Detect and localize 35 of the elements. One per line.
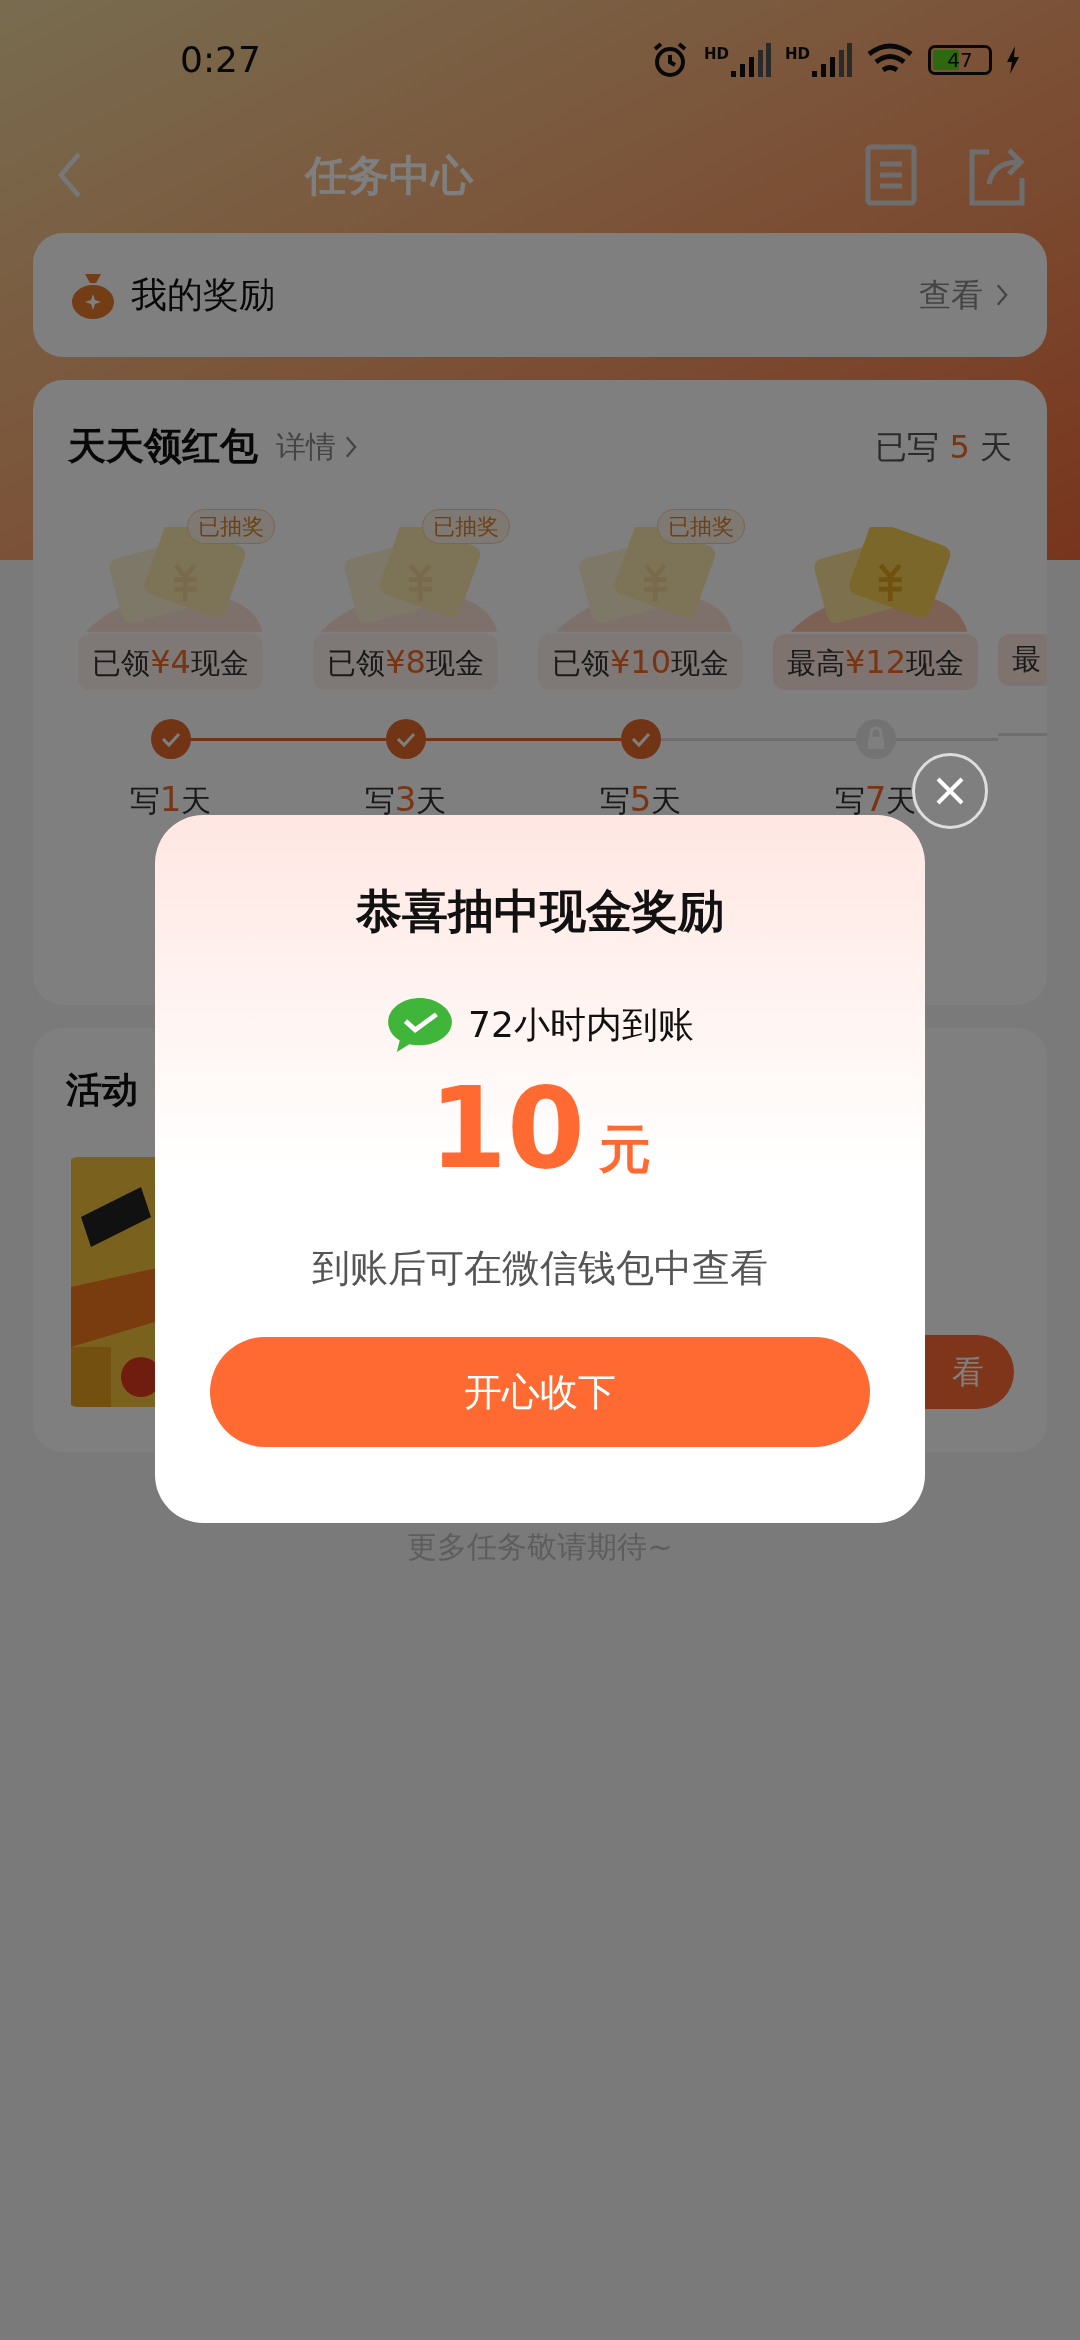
- signal-icon: [731, 43, 771, 77]
- rewards-title: 我的奖励: [131, 273, 275, 317]
- drawn-badge: 已抽奖: [657, 509, 745, 544]
- day-label: 写1天: [129, 778, 212, 821]
- chevron-right-icon: [995, 282, 1009, 308]
- close-icon: [935, 776, 965, 806]
- reward-label: 已领¥4现金: [78, 634, 263, 690]
- status-time: 0:27: [180, 38, 261, 82]
- daily-title: 天天领红包: [68, 423, 258, 470]
- reward-label: 最: [998, 634, 1047, 686]
- day-label: 写3天: [364, 778, 447, 821]
- wechat-pay-icon: [386, 996, 455, 1054]
- reward-label: 已领¥10现金: [537, 634, 744, 690]
- reward-label: 已领¥8现金: [313, 634, 498, 690]
- prize-amount: 10: [429, 1072, 585, 1184]
- dialog-title: 恭喜抽中现金奖励: [356, 883, 724, 940]
- prize-unit: 元: [598, 1118, 651, 1181]
- view-link[interactable]: 查看: [919, 271, 983, 319]
- day-label: 写7天: [834, 778, 917, 821]
- rewards-card[interactable]: 我的奖励 查看: [33, 233, 1047, 357]
- reward-label: 最高¥12现金: [772, 634, 979, 690]
- drawn-badge: 已抽奖: [422, 509, 510, 544]
- network-label: HD: [703, 44, 729, 65]
- day-label: 写5天: [599, 778, 682, 821]
- page-title: 任务中心: [305, 149, 473, 202]
- wallet-note: 到账后可在微信钱包中查看: [312, 1245, 768, 1292]
- arrival-time: 72小时内到账: [468, 1003, 694, 1047]
- signal-icon: [812, 43, 852, 77]
- network-label: HD: [785, 44, 810, 65]
- accept-button[interactable]: 开心收下: [210, 1337, 870, 1447]
- days-written: 已写 5 天: [875, 426, 1012, 468]
- drawn-badge: 已抽奖: [187, 509, 275, 544]
- document-icon[interactable]: [865, 144, 917, 206]
- activity-title: 活动: [66, 1069, 138, 1110]
- details-link[interactable]: 详情: [276, 424, 336, 469]
